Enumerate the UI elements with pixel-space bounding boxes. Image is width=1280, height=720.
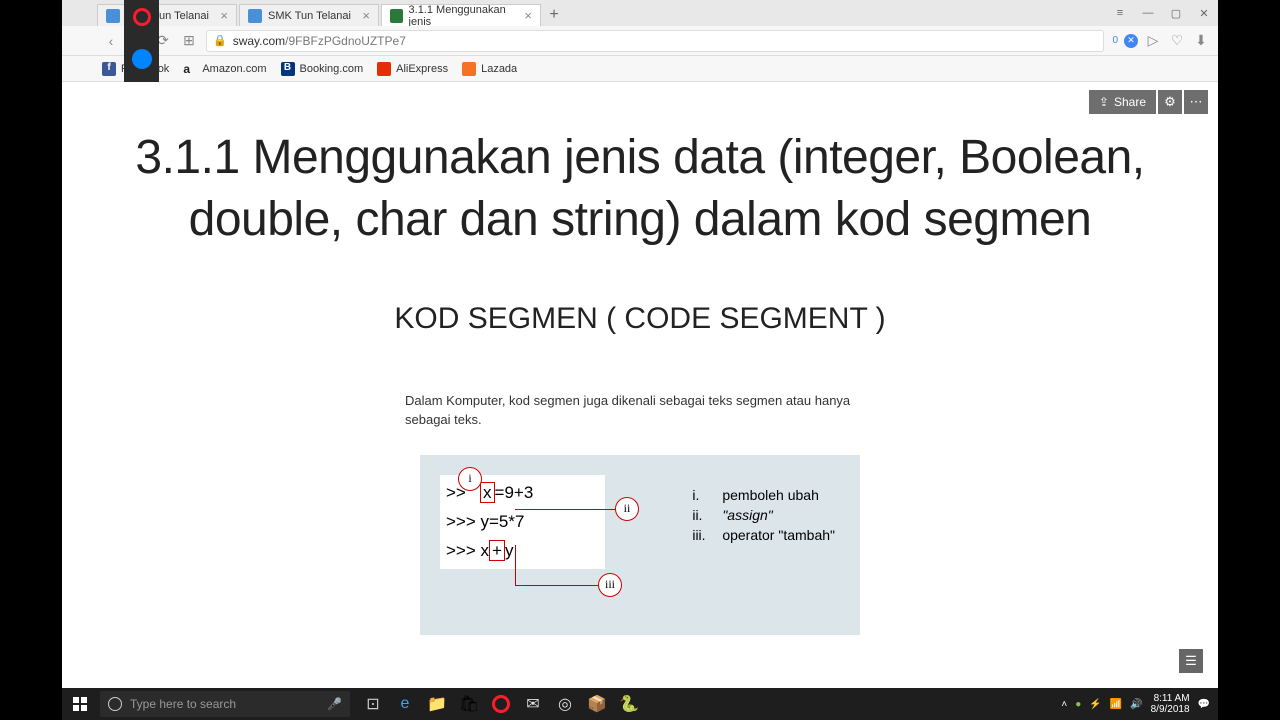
task-view-icon[interactable]: ⊡ xyxy=(358,689,388,719)
lock-icon: 🔒 xyxy=(213,34,227,47)
url-text: sway.com/9FBFzPGdnoUZTPe7 xyxy=(233,34,406,48)
legend: i.pemboleh ubah ii."assign" iii.operator… xyxy=(692,485,835,546)
tab-2[interactable]: SMK Tun Telanai × xyxy=(239,4,379,26)
app-icon[interactable]: ◎ xyxy=(550,689,580,719)
tab-favicon-icon xyxy=(248,9,262,23)
clock[interactable]: 8:11 AM 8/9/2018 xyxy=(1151,693,1190,715)
accessibility-button[interactable]: ☰ xyxy=(1179,649,1203,673)
bookmark-aliexpress[interactable]: AliExpress xyxy=(377,62,448,76)
tab-title: 3.1.1 Menggunakan jenis xyxy=(409,4,519,28)
tray-icon[interactable]: ● xyxy=(1075,699,1081,710)
bookmark-amazon[interactable]: aAmazon.com xyxy=(183,62,266,76)
settings-button[interactable]: ⚙ xyxy=(1158,90,1182,114)
bookmark-lazada[interactable]: Lazada xyxy=(462,62,517,76)
share-icon: ⇪ xyxy=(1099,95,1109,109)
bookmarks-bar: fFacebook aAmazon.com BBooking.com AliEx… xyxy=(62,56,1218,82)
minimize-button[interactable]: — xyxy=(1134,2,1162,24)
system-tray: ˄ ● ⚡ 📶 🔊 8:11 AM 8/9/2018 💬 xyxy=(1061,693,1218,715)
address-bar: ‹ › ⟳ ⊞ 🔒 sway.com/9FBFzPGdnoUZTPe7 0 ✕ … xyxy=(62,26,1218,56)
page-title: 3.1.1 Menggunakan jenis data (integer, B… xyxy=(102,127,1178,252)
close-icon[interactable]: × xyxy=(362,8,370,23)
adblock-icon[interactable]: ✕ xyxy=(1124,34,1138,48)
bookmark-icon[interactable]: ♡ xyxy=(1168,32,1186,50)
maximize-button[interactable]: ▢ xyxy=(1162,2,1190,24)
windows-taskbar: Type here to search 🎤 ⊡ e 📁 🛍 ✉ ◎ 📦 🐍 ˄ … xyxy=(62,688,1218,720)
tab-title: SMK Tun Telanai xyxy=(268,10,351,22)
close-window-button[interactable]: ✕ xyxy=(1190,2,1218,24)
close-icon[interactable]: × xyxy=(220,8,228,23)
store-icon[interactable]: 🛍 xyxy=(454,689,484,719)
notifications-icon[interactable]: 💬 xyxy=(1198,699,1210,710)
tray-icon[interactable]: ⚡ xyxy=(1089,699,1101,710)
opera-logo-icon xyxy=(133,8,151,26)
share-button[interactable]: ⇪Share xyxy=(1089,90,1156,114)
taskbar-search[interactable]: Type here to search 🎤 xyxy=(100,691,350,717)
wifi-icon[interactable]: 📶 xyxy=(1110,699,1122,710)
mail-icon[interactable]: ✉ xyxy=(518,689,548,719)
label-ii: ii xyxy=(615,497,639,521)
url-input[interactable]: 🔒 sway.com/9FBFzPGdnoUZTPe7 xyxy=(206,30,1104,52)
start-button[interactable] xyxy=(62,688,98,720)
tab-favicon-icon xyxy=(106,9,120,23)
volume-icon[interactable]: 🔊 xyxy=(1130,699,1142,710)
tray-chevron-icon[interactable]: ˄ xyxy=(1061,699,1067,710)
easy-setup-icon[interactable]: ≡ xyxy=(1106,2,1134,24)
app2-icon[interactable]: 📦 xyxy=(582,689,612,719)
code-diagram: >> x=9+3 >>> y=5*7 >>> x+y i ii iii i.pe… xyxy=(420,455,860,635)
tab-1[interactable]: SMK Tun Telanai × xyxy=(97,4,237,26)
page-subtitle: KOD SEGMEN ( CODE SEGMENT ) xyxy=(102,302,1178,336)
download-icon[interactable]: ⬇ xyxy=(1192,32,1210,50)
windows-icon xyxy=(73,697,87,711)
opera-icon[interactable] xyxy=(486,689,516,719)
python-icon[interactable]: 🐍 xyxy=(614,689,644,719)
explorer-icon[interactable]: 📁 xyxy=(422,689,452,719)
start-page-button[interactable]: ⊞ xyxy=(180,32,198,50)
tab-favicon-icon xyxy=(390,9,403,23)
more-button[interactable]: ⋯ xyxy=(1184,90,1208,114)
tab-3[interactable]: 3.1.1 Menggunakan jenis × xyxy=(381,4,541,26)
bookmark-booking[interactable]: BBooking.com xyxy=(281,62,364,76)
close-icon[interactable]: × xyxy=(524,8,532,23)
edge-icon[interactable]: e xyxy=(390,689,420,719)
messenger-icon[interactable] xyxy=(132,49,152,69)
label-i: i xyxy=(458,467,482,491)
vpn-icon[interactable]: ▷ xyxy=(1144,32,1162,50)
page-content: ⇪Share ⚙ ⋯ 3.1.1 Menggunakan jenis data … xyxy=(62,82,1218,688)
mic-icon[interactable]: 🎤 xyxy=(327,697,342,711)
tab-strip: SMK Tun Telanai × SMK Tun Telanai × 3.1.… xyxy=(62,0,1218,26)
body-text: Dalam Komputer, kod segmen juga dikenali… xyxy=(405,391,875,430)
new-tab-button[interactable]: + xyxy=(543,4,565,26)
back-button[interactable]: ‹ xyxy=(102,32,120,50)
search-placeholder: Type here to search xyxy=(130,697,319,711)
cortana-icon xyxy=(108,697,122,711)
label-iii: iii xyxy=(598,573,622,597)
blocked-count: 0 xyxy=(1112,35,1118,46)
